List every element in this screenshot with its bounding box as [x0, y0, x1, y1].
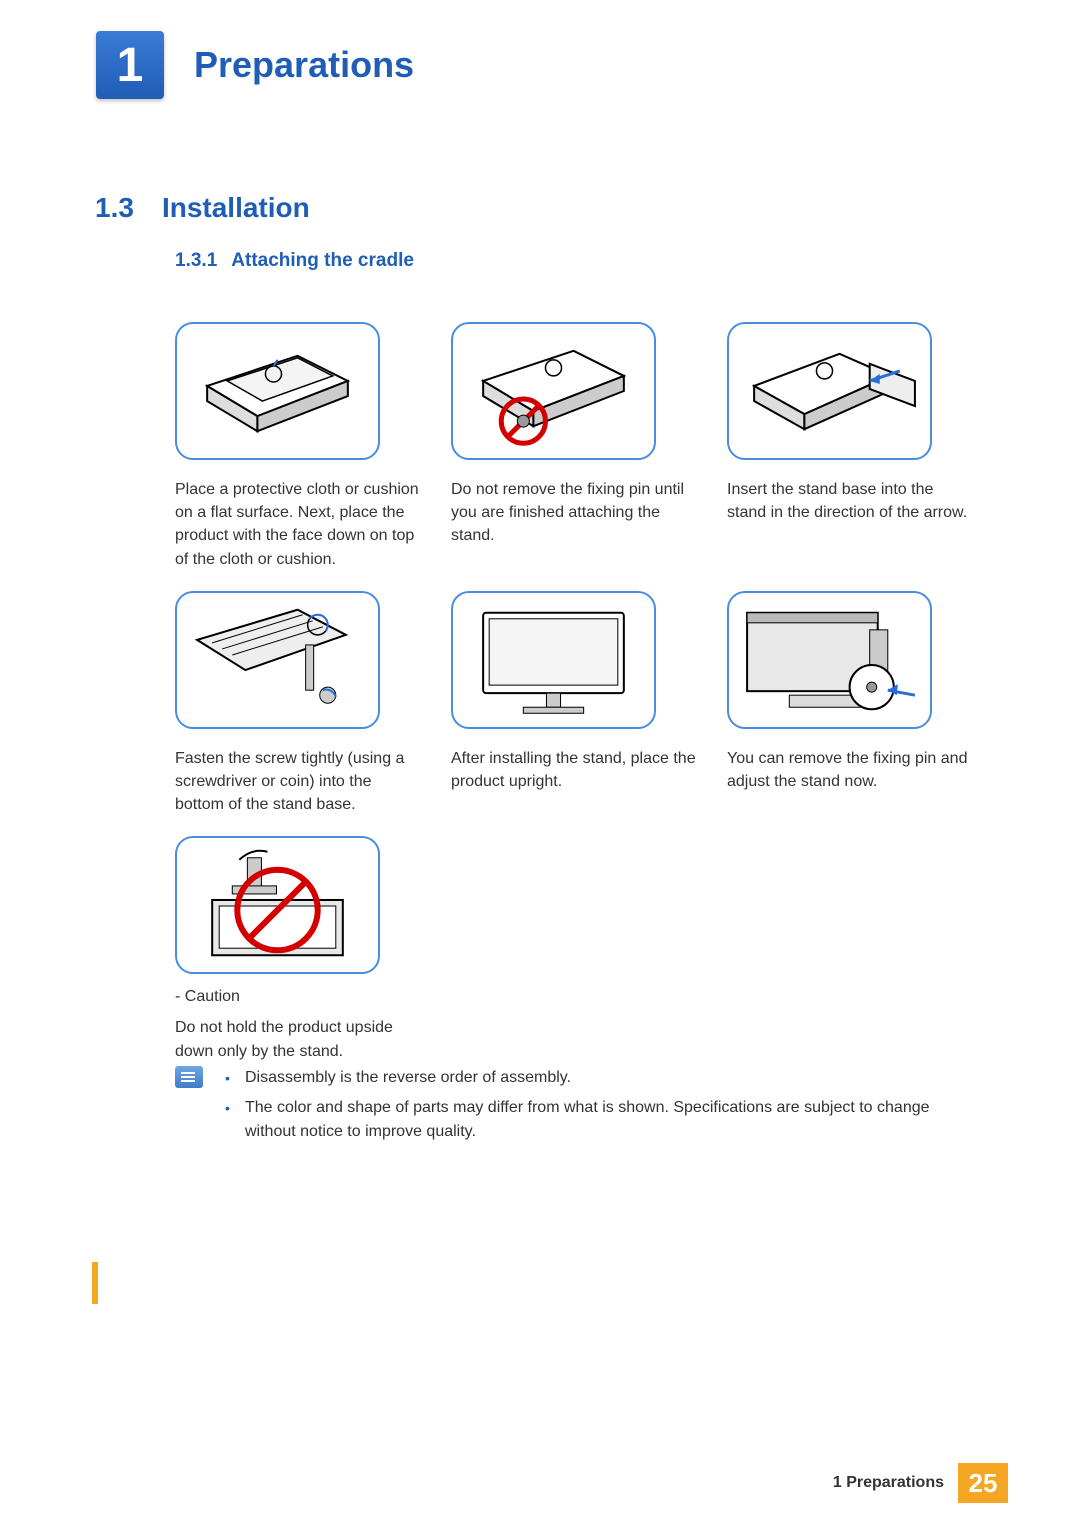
caution-text: Do not hold the product upside down only…: [175, 1016, 435, 1062]
page-footer: 1 Preparations 25: [833, 1463, 1008, 1503]
step-5-illustration: [451, 591, 656, 729]
step-6-illustration: [727, 591, 932, 729]
subsection-number: 1.3.1: [175, 250, 217, 272]
step-1: Place a protective cloth or cushion on a…: [175, 322, 423, 571]
note-icon: [175, 1066, 203, 1088]
subsection-title: Attaching the cradle: [231, 250, 414, 272]
step-3: Insert the stand base into the stand in …: [727, 322, 975, 571]
footer-breadcrumb: 1 Preparations: [833, 1474, 958, 1492]
notes-block: Disassembly is the reverse order of asse…: [175, 1066, 965, 1150]
caution-label: - Caution: [175, 988, 425, 1006]
step-5: After installing the stand, place the pr…: [451, 591, 699, 817]
chapter-title: Preparations: [194, 44, 414, 86]
step-6-caption: You can remove the fixing pin and adjust…: [727, 747, 975, 793]
section-title: Installation: [162, 192, 310, 224]
step-5-caption: After installing the stand, place the pr…: [451, 747, 699, 793]
side-accent-rule: [92, 1262, 98, 1304]
step-2-caption: Do not remove the fixing pin until you a…: [451, 478, 699, 548]
step-4-caption: Fasten the screw tightly (using a screwd…: [175, 747, 423, 817]
step-2-illustration: [451, 322, 656, 460]
step-4: Fasten the screw tightly (using a screwd…: [175, 591, 423, 817]
step-1-illustration: [175, 322, 380, 460]
note-item: Disassembly is the reverse order of asse…: [225, 1066, 965, 1090]
step-3-caption: Insert the stand base into the stand in …: [727, 478, 975, 524]
footer-page-number: 25: [958, 1463, 1008, 1503]
step-3-illustration: [727, 322, 932, 460]
note-item: The color and shape of parts may differ …: [225, 1096, 965, 1144]
chapter-number-badge: 1: [96, 31, 164, 99]
step-4-illustration: [175, 591, 380, 729]
step-2: Do not remove the fixing pin until you a…: [451, 322, 699, 571]
chapter-banner: 1 Preparations: [96, 30, 414, 100]
step-6: You can remove the fixing pin and adjust…: [727, 591, 975, 817]
steps-grid: Place a protective cloth or cushion on a…: [175, 322, 975, 1083]
step-1-caption: Place a protective cloth or cushion on a…: [175, 478, 423, 571]
note-list: Disassembly is the reverse order of asse…: [225, 1066, 965, 1150]
subsection-heading: 1.3.1 Attaching the cradle: [175, 250, 414, 272]
caution-illustration: [175, 836, 380, 974]
step-caution: - Caution Do not hold the product upside…: [175, 836, 425, 1062]
section-heading: 1.3 Installation: [95, 192, 310, 224]
section-number: 1.3: [95, 192, 134, 224]
